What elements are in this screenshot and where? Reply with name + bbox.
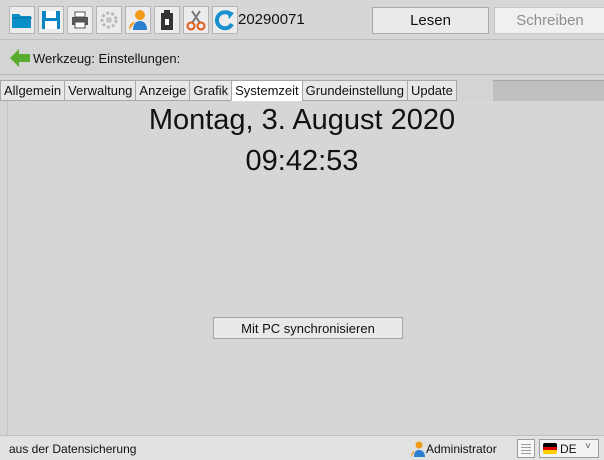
tool-header: Werkzeug: Einstellungen: [0,41,604,75]
write-button[interactable]: Schreiben [494,7,604,34]
status-bar: aus der Datensicherung Administrator DE … [0,435,604,460]
language-select[interactable]: DE ˅ [539,439,599,458]
language-code: DE [560,442,577,456]
cut-icon[interactable] [183,6,209,34]
status-message: aus der Datensicherung [9,442,137,456]
back-arrow-icon[interactable] [9,47,31,69]
current-date: Montag, 3. August 2020 [148,104,456,136]
tab-anzeige[interactable]: Anzeige [135,80,190,101]
refresh-icon[interactable] [212,6,238,34]
german-flag-icon [543,443,557,454]
toolbar: 20290071 Lesen Schreiben [0,0,604,40]
tab-systemzeit[interactable]: Systemzeit [231,80,302,101]
tool-title: Werkzeug: Einstellungen: [33,51,181,66]
sync-with-pc-button[interactable]: Mit PC synchronisieren [213,317,403,339]
print-icon[interactable] [67,6,93,34]
document-icon[interactable] [517,439,535,458]
tab-grafik[interactable]: Grafik [189,80,232,101]
tab-allgemein[interactable]: Allgemein [0,80,65,101]
tab-grundeinstellung[interactable]: Grundeinstellung [301,80,407,101]
user-icon[interactable] [125,6,151,34]
save-icon[interactable] [38,6,64,34]
read-button[interactable]: Lesen [372,7,489,34]
folder-open-icon[interactable] [9,6,35,34]
administrator-icon [410,441,426,457]
current-time: 09:42:53 [245,145,359,177]
chevron-down-icon: ˅ [585,441,591,452]
settings-icon[interactable] [96,6,122,34]
tab-bar: Allgemein Verwaltung Anzeige Grafik Syst… [0,80,457,101]
battery-icon[interactable] [154,6,180,34]
tab-verwaltung[interactable]: Verwaltung [64,80,136,101]
tab-update[interactable]: Update [406,80,457,101]
user-name: Administrator [426,442,497,456]
tab-bar-filler [493,80,604,101]
device-id: 20290071 [238,11,305,28]
